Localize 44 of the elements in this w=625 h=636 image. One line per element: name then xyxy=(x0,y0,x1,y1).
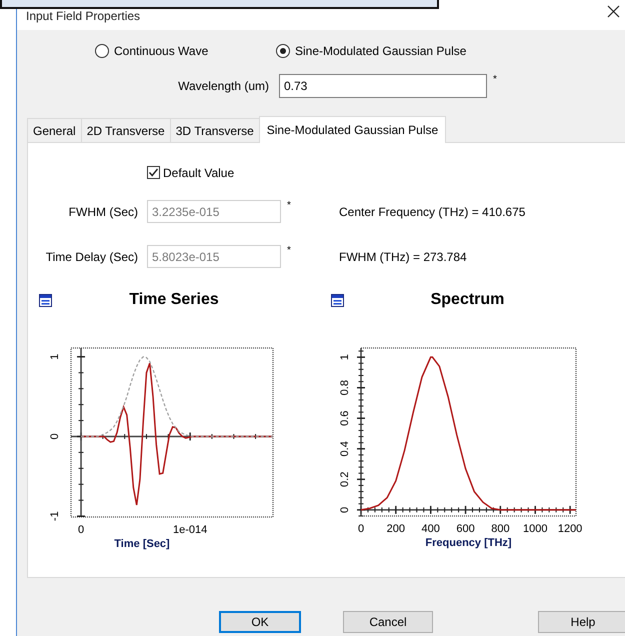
tick-label: 0 xyxy=(358,523,364,535)
tick-label: 600 xyxy=(456,523,475,535)
tab[interactable]: Sine-Modulated Gaussian Pulse xyxy=(258,116,446,143)
field-label: FWHM (Sec) xyxy=(68,204,138,218)
field-label: Wavelength (um) xyxy=(177,79,269,93)
wavelength-field[interactable]: 0.73 xyxy=(279,74,487,98)
radio-option[interactable]: Continuous Wave xyxy=(95,43,276,59)
default-value-checkbox[interactable]: Default Value xyxy=(147,165,625,180)
computed-value: Center Frequency (THz) = 410.675 xyxy=(339,204,526,218)
tick-label: 0 xyxy=(78,524,84,536)
tick-label: 1000 xyxy=(523,523,548,535)
tick-label: 0 xyxy=(338,506,351,513)
dialog-button[interactable]: OK xyxy=(219,611,301,633)
dialog-button[interactable]: Help xyxy=(538,611,625,633)
axis-title: Frequency [THz] xyxy=(425,537,512,549)
required-mark: * xyxy=(493,74,497,85)
window-icon[interactable] xyxy=(39,294,52,306)
tick-label: 0.6 xyxy=(338,410,351,426)
chart-title: Spectrum xyxy=(430,291,506,309)
tick-label: 1200 xyxy=(558,523,582,535)
tick-label: 1 xyxy=(338,354,351,360)
tick-label: 400 xyxy=(422,523,440,535)
window-title: Input Field Properties xyxy=(26,9,140,23)
field-label: Time Delay (Sec) xyxy=(44,250,138,264)
close-icon[interactable] xyxy=(607,4,620,18)
tick-label: 0.8 xyxy=(338,380,351,396)
axis-title: Time [Sec] xyxy=(114,538,170,550)
tick-label: 1 xyxy=(48,354,61,360)
required-mark: * xyxy=(287,200,292,211)
tick-label: 800 xyxy=(491,523,510,535)
chart-title: Time Series xyxy=(128,291,220,309)
tab[interactable]: General xyxy=(27,118,82,142)
tick-label: 0.2 xyxy=(338,472,351,487)
tick-label: 0 xyxy=(48,433,61,440)
computed-value: FWHM (THz) = 273.784 xyxy=(339,250,467,264)
tick-label: 1e-014 xyxy=(172,524,208,536)
window-icon[interactable] xyxy=(331,294,344,306)
tick-label: 0.4 xyxy=(338,441,351,456)
radio-option[interactable]: Sine-Modulated Gaussian Pulse xyxy=(276,43,466,59)
checkbox[interactable] xyxy=(147,166,160,179)
tick-label: 200 xyxy=(386,523,406,535)
required-mark: * xyxy=(287,245,292,256)
tick-label: -1 xyxy=(48,511,61,522)
dialog-button[interactable]: Cancel xyxy=(343,611,433,633)
